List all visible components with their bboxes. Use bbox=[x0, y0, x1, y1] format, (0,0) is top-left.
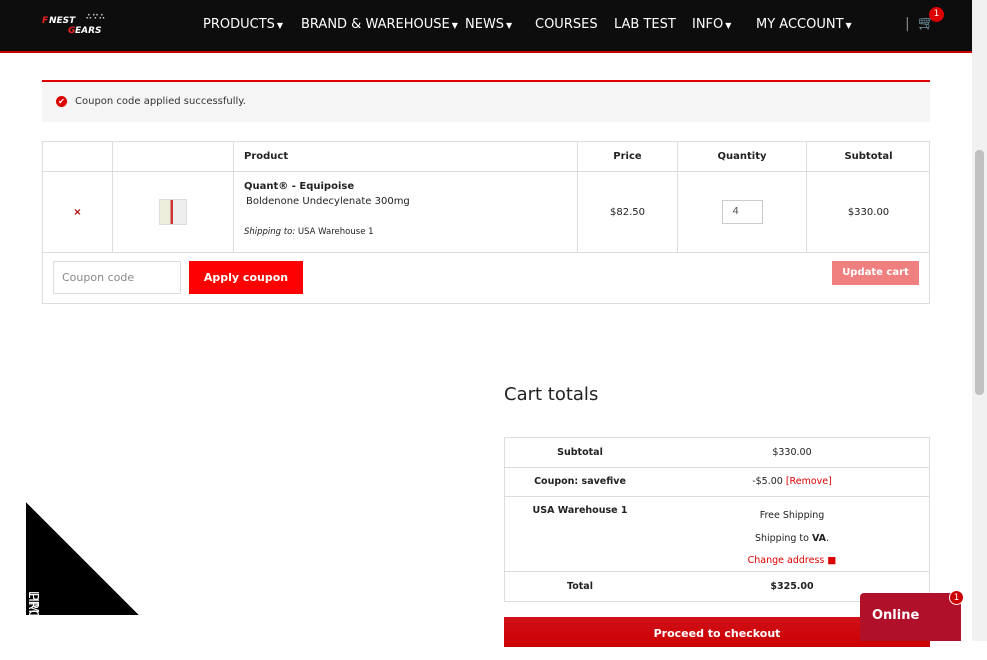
item-subtotal: $330.00 bbox=[807, 172, 930, 253]
product-thumbnail[interactable] bbox=[113, 172, 234, 253]
chevron-down-icon: ▼ bbox=[845, 21, 852, 30]
total-value: $325.00 bbox=[770, 581, 814, 592]
remove-coupon-link[interactable]: [Remove] bbox=[786, 476, 832, 487]
cart-count-badge: 1 bbox=[929, 7, 944, 22]
divider: | bbox=[905, 16, 910, 32]
quantity-cell: 4 bbox=[678, 172, 807, 253]
product-name[interactable]: Quant® - Equipoise bbox=[244, 181, 567, 192]
header-product: Product bbox=[234, 142, 578, 172]
success-notice: ✔ Coupon code applied successfully. bbox=[42, 80, 930, 122]
chat-label: Online bbox=[872, 608, 920, 623]
nav-news[interactable]: NEWS ▼ bbox=[465, 17, 512, 32]
cart-totals-table: Subtotal $330.00 Coupon: savefive -$5.00 [… bbox=[504, 437, 930, 602]
header-price: Price bbox=[578, 142, 678, 172]
nav-brand-warehouse[interactable]: BRAND & WAREHOUSE ▼ bbox=[301, 17, 458, 32]
product-info: Quant® - Equipoise Boldenone Undecylenat… bbox=[234, 172, 578, 253]
nav-label: MY ACCOUNT bbox=[756, 17, 844, 32]
subtotal-value: $330.00 bbox=[772, 447, 812, 458]
truck-icon: ■ bbox=[827, 555, 837, 566]
nav-label: PRODUCTS bbox=[203, 17, 275, 32]
chat-count-badge: 1 bbox=[949, 590, 964, 605]
nav-label: NEWS bbox=[465, 17, 505, 32]
check-circle-icon: ✔ bbox=[56, 96, 67, 107]
item-price: $82.50 bbox=[578, 172, 678, 253]
notice-text: Coupon code applied successfully. bbox=[75, 96, 246, 107]
remove-item-button[interactable]: × bbox=[43, 172, 113, 253]
shipping-to: Shipping to bbox=[754, 532, 809, 544]
apply-coupon-button[interactable]: Apply coupon bbox=[189, 261, 303, 294]
nav-lab-test[interactable]: LAB TEST bbox=[614, 17, 676, 32]
chevron-down-icon: ▼ bbox=[276, 21, 284, 30]
product-description: Boldenone Undecylenate 300mg bbox=[246, 196, 410, 207]
nav-label: LAB TEST bbox=[614, 17, 676, 32]
update-cart-button[interactable]: Update cart bbox=[832, 261, 919, 285]
nav-label: COURSES bbox=[535, 17, 598, 32]
limited-promo-banner[interactable]: LIMITED PROMO bbox=[25, 502, 139, 643]
online-chat-button[interactable]: Online bbox=[860, 593, 961, 641]
nav-my-account[interactable]: MY ACCOUNT ▼ bbox=[756, 17, 852, 32]
total-label: Total bbox=[567, 581, 593, 592]
promo-line2: PROMO bbox=[25, 592, 41, 642]
coupon-value: -$5.00 bbox=[752, 476, 783, 487]
shipping-state: VA bbox=[811, 532, 827, 544]
subtotal-label: Subtotal bbox=[557, 447, 603, 458]
coupon-label: Coupon: savefive bbox=[534, 476, 626, 487]
cart-table: Product Price Quantity Subtotal × Quant®… bbox=[42, 141, 930, 304]
nav-products[interactable]: PRODUCTS ▼ bbox=[203, 17, 283, 32]
chevron-down-icon: ▼ bbox=[725, 21, 732, 30]
cart-totals-title: Cart totals bbox=[504, 384, 599, 405]
nav-courses[interactable]: COURSES bbox=[535, 17, 598, 32]
header-subtotal: Subtotal bbox=[807, 142, 930, 172]
header-quantity: Quantity bbox=[678, 142, 807, 172]
shipping-label: USA Warehouse 1 bbox=[532, 505, 628, 516]
shipping-method: Free Shipping bbox=[759, 510, 825, 521]
nav-info[interactable]: INFO ▼ bbox=[692, 17, 731, 32]
chevron-down-icon: ▼ bbox=[451, 21, 458, 30]
coupon-code-input[interactable]: Coupon code bbox=[53, 261, 181, 294]
product-image bbox=[159, 199, 187, 225]
shipping-value: USA Warehouse 1 bbox=[297, 227, 374, 237]
scrollbar-thumb[interactable] bbox=[975, 150, 984, 395]
top-nav: F NEST G EARS ∴∵∴ PRODUCTS ▼ BRAND & WAREHOUS… bbox=[0, 0, 972, 53]
change-address-link[interactable]: Change address bbox=[748, 555, 825, 566]
chevron-down-icon: ▼ bbox=[506, 21, 513, 30]
header-remove bbox=[43, 142, 113, 172]
logo[interactable]: F NEST G EARS ∴∵∴ bbox=[42, 12, 106, 40]
quantity-input[interactable]: 4 bbox=[721, 200, 763, 224]
shipping-label: Shipping to: bbox=[244, 227, 296, 237]
header-thumb bbox=[113, 142, 234, 172]
nav-label: INFO bbox=[692, 17, 724, 32]
nav-label: BRAND & WAREHOUSE bbox=[301, 17, 450, 32]
